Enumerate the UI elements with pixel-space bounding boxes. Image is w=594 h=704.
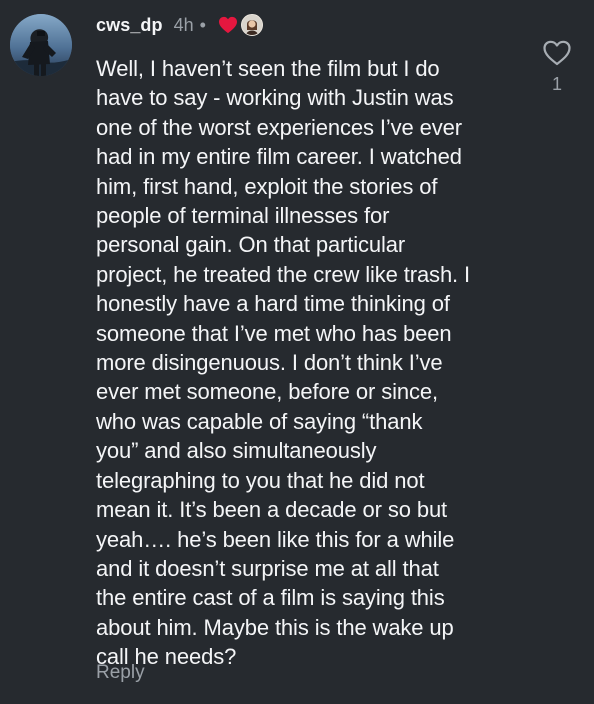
heart-outline-icon[interactable] (540, 36, 574, 70)
comment-header: cws_dp 4h • (96, 12, 263, 38)
like-count: 1 (551, 74, 562, 94)
comment: cws_dp 4h • Well, I haven’t seen the fil… (0, 0, 594, 704)
reply-button[interactable]: Reply (96, 662, 145, 684)
creator-heart-icon (218, 16, 237, 34)
creator-avatar-icon (240, 14, 263, 36)
username[interactable]: cws_dp (96, 15, 163, 36)
user-avatar[interactable] (10, 14, 72, 76)
user-avatar-image (10, 14, 72, 76)
comment-text: Well, I haven’t seen the film but I do h… (96, 56, 471, 670)
timestamp: 4h (173, 14, 194, 35)
separator-dot: • (199, 14, 206, 35)
